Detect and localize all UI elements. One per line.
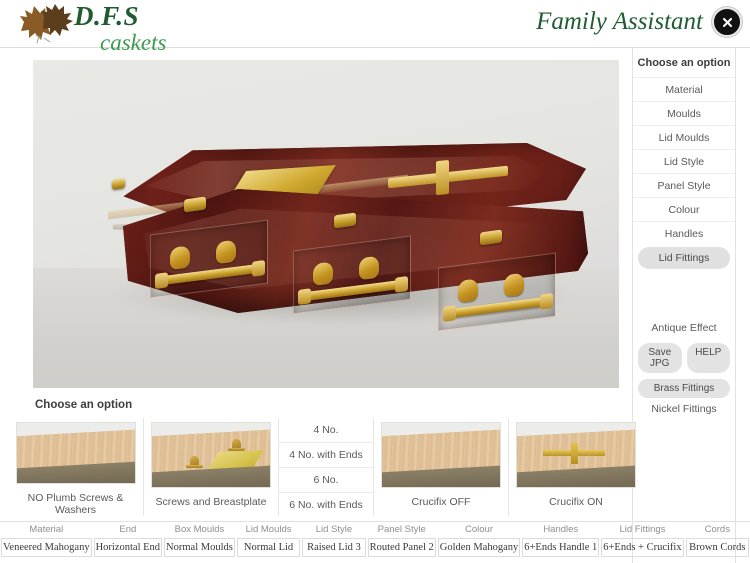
crucifix-icon — [571, 443, 578, 464]
summary-header: Lid Style — [315, 524, 353, 535]
summary-header: Cords — [704, 524, 730, 535]
summary-header: Panel Style — [377, 524, 426, 535]
thumbnail-image — [381, 422, 501, 488]
option-no-plumb-screws[interactable]: NO Plumb Screws & Washers — [8, 418, 143, 516]
summary-header: Box Moulds — [174, 524, 225, 535]
option-6-no-with-ends[interactable]: 6 No. with Ends — [279, 491, 373, 517]
summary-value[interactable]: Normal Lid — [236, 538, 301, 557]
brand-logo[interactable]: D.F.S caskets — [14, 2, 166, 54]
logo-secondary-text: caskets — [100, 30, 167, 55]
handle-rosette — [313, 261, 333, 287]
summary-value[interactable]: 6+Ends + Crucifix — [601, 538, 684, 557]
family-assistant-window: D.F.S caskets Family Assistant Choose an… — [0, 0, 750, 563]
sidebar-button-row: Save JPG HELP — [633, 339, 735, 373]
summary-column-box-moulds: Box Moulds Normal Moulds — [163, 522, 236, 563]
logo-primary-text: D.F.S — [74, 1, 140, 31]
thumbnail-image — [516, 422, 636, 488]
summary-header: End — [119, 524, 137, 535]
summary-column-panel-style: Panel Style Routed Panel 2 — [367, 522, 437, 563]
summary-value[interactable]: 6+Ends Handle 1 — [522, 538, 600, 557]
summary-value[interactable]: Routed Panel 2 — [367, 538, 436, 557]
summary-value[interactable]: Golden Mahogany — [437, 538, 521, 557]
quantity-option-list: 4 No. 4 No. with Ends 6 No. 6 No. with E… — [278, 418, 373, 516]
screw-fitting-icon — [186, 456, 203, 468]
summary-column-cords: Cords Brown Cords — [685, 522, 750, 563]
summary-column-lid-moulds: Lid Moulds Normal Lid — [236, 522, 301, 563]
thumbnail-image — [151, 422, 271, 488]
nickel-fittings-button[interactable]: Nickel Fittings — [633, 398, 735, 420]
handle-rosette — [504, 272, 524, 298]
option-label: Screws and Breastplate — [155, 496, 267, 508]
selection-summary-bar: Material Veneered Mahogany End Horizonta… — [0, 521, 750, 563]
handle-rosette — [359, 255, 379, 281]
close-icon[interactable] — [712, 7, 742, 37]
summary-column-lid-style: Lid Style Raised Lid 3 — [301, 522, 366, 563]
summary-header: Colour — [465, 524, 494, 535]
summary-value[interactable]: Veneered Mahogany — [1, 538, 92, 557]
sidebar-item-lid-style[interactable]: Lid Style — [633, 149, 735, 173]
save-jpg-button[interactable]: Save JPG — [638, 343, 682, 373]
antique-effect-button[interactable]: Antique Effect — [633, 317, 735, 339]
option-crucifix-off[interactable]: Crucifix OFF — [373, 418, 508, 516]
handle-rosette — [216, 239, 236, 265]
casket-model — [88, 115, 598, 345]
sidebar-item-material[interactable]: Material — [633, 77, 735, 101]
option-label: Crucifix OFF — [411, 496, 471, 508]
option-6-no[interactable]: 6 No. — [279, 466, 373, 492]
handle-rosette — [458, 278, 478, 304]
sidebar-item-handles[interactable]: Handles — [633, 221, 735, 245]
summary-header: Lid Moulds — [245, 524, 292, 535]
screw-fitting-icon — [228, 439, 245, 451]
brass-fittings-button[interactable]: Brass Fittings — [638, 379, 730, 398]
summary-header: Handles — [543, 524, 579, 535]
summary-value[interactable]: Brown Cords — [685, 538, 749, 557]
summary-header: Lid Fittings — [619, 524, 666, 535]
summary-column-material: Material Veneered Mahogany — [0, 522, 93, 563]
sidebar-item-lid-fittings[interactable]: Lid Fittings — [638, 247, 730, 269]
option-4-no-with-ends[interactable]: 4 No. with Ends — [279, 441, 373, 467]
summary-value[interactable]: Normal Moulds — [164, 538, 235, 557]
option-4-no[interactable]: 4 No. — [279, 418, 373, 442]
summary-column-end: End Horizontal End — [93, 522, 163, 563]
lower-options-title: Choose an option — [35, 399, 133, 411]
summary-value[interactable]: Raised Lid 3 — [302, 538, 366, 557]
option-label: Crucifix ON — [549, 496, 603, 508]
summary-value[interactable]: Horizontal End — [93, 538, 163, 557]
sidebar-title: Choose an option — [637, 57, 731, 69]
sidebar-item-moulds[interactable]: Moulds — [633, 101, 735, 125]
sidebar-item-colour[interactable]: Colour — [633, 197, 735, 221]
option-screws-and-breastplate[interactable]: Screws and Breastplate — [143, 418, 278, 516]
lid-fitting-screw — [112, 178, 125, 190]
casket-preview-image[interactable] — [33, 60, 619, 388]
casket-scene — [33, 60, 619, 388]
summary-column-handles: Handles 6+Ends Handle 1 — [521, 522, 600, 563]
option-crucifix-on[interactable]: Crucifix ON — [508, 418, 643, 516]
page-title: Family Assistant — [536, 8, 703, 35]
crucifix-upright — [436, 159, 449, 196]
lid-fitting-options: NO Plumb Screws & Washers Screws and Bre… — [8, 418, 672, 516]
option-label: NO Plumb Screws & Washers — [27, 492, 124, 516]
app-header: D.F.S caskets Family Assistant — [0, 0, 750, 54]
summary-header: Material — [29, 524, 64, 535]
handle-rosette — [170, 245, 190, 271]
sidebar-item-lid-moulds[interactable]: Lid Moulds — [633, 125, 735, 149]
sidebar-item-panel-style[interactable]: Panel Style — [633, 173, 735, 197]
oak-leaves-icon — [14, 2, 76, 46]
summary-column-lid-fittings: Lid Fittings 6+Ends + Crucifix — [600, 522, 684, 563]
help-button[interactable]: HELP — [686, 343, 730, 373]
summary-column-colour: Colour Golden Mahogany — [437, 522, 521, 563]
thumbnail-image — [15, 422, 136, 484]
